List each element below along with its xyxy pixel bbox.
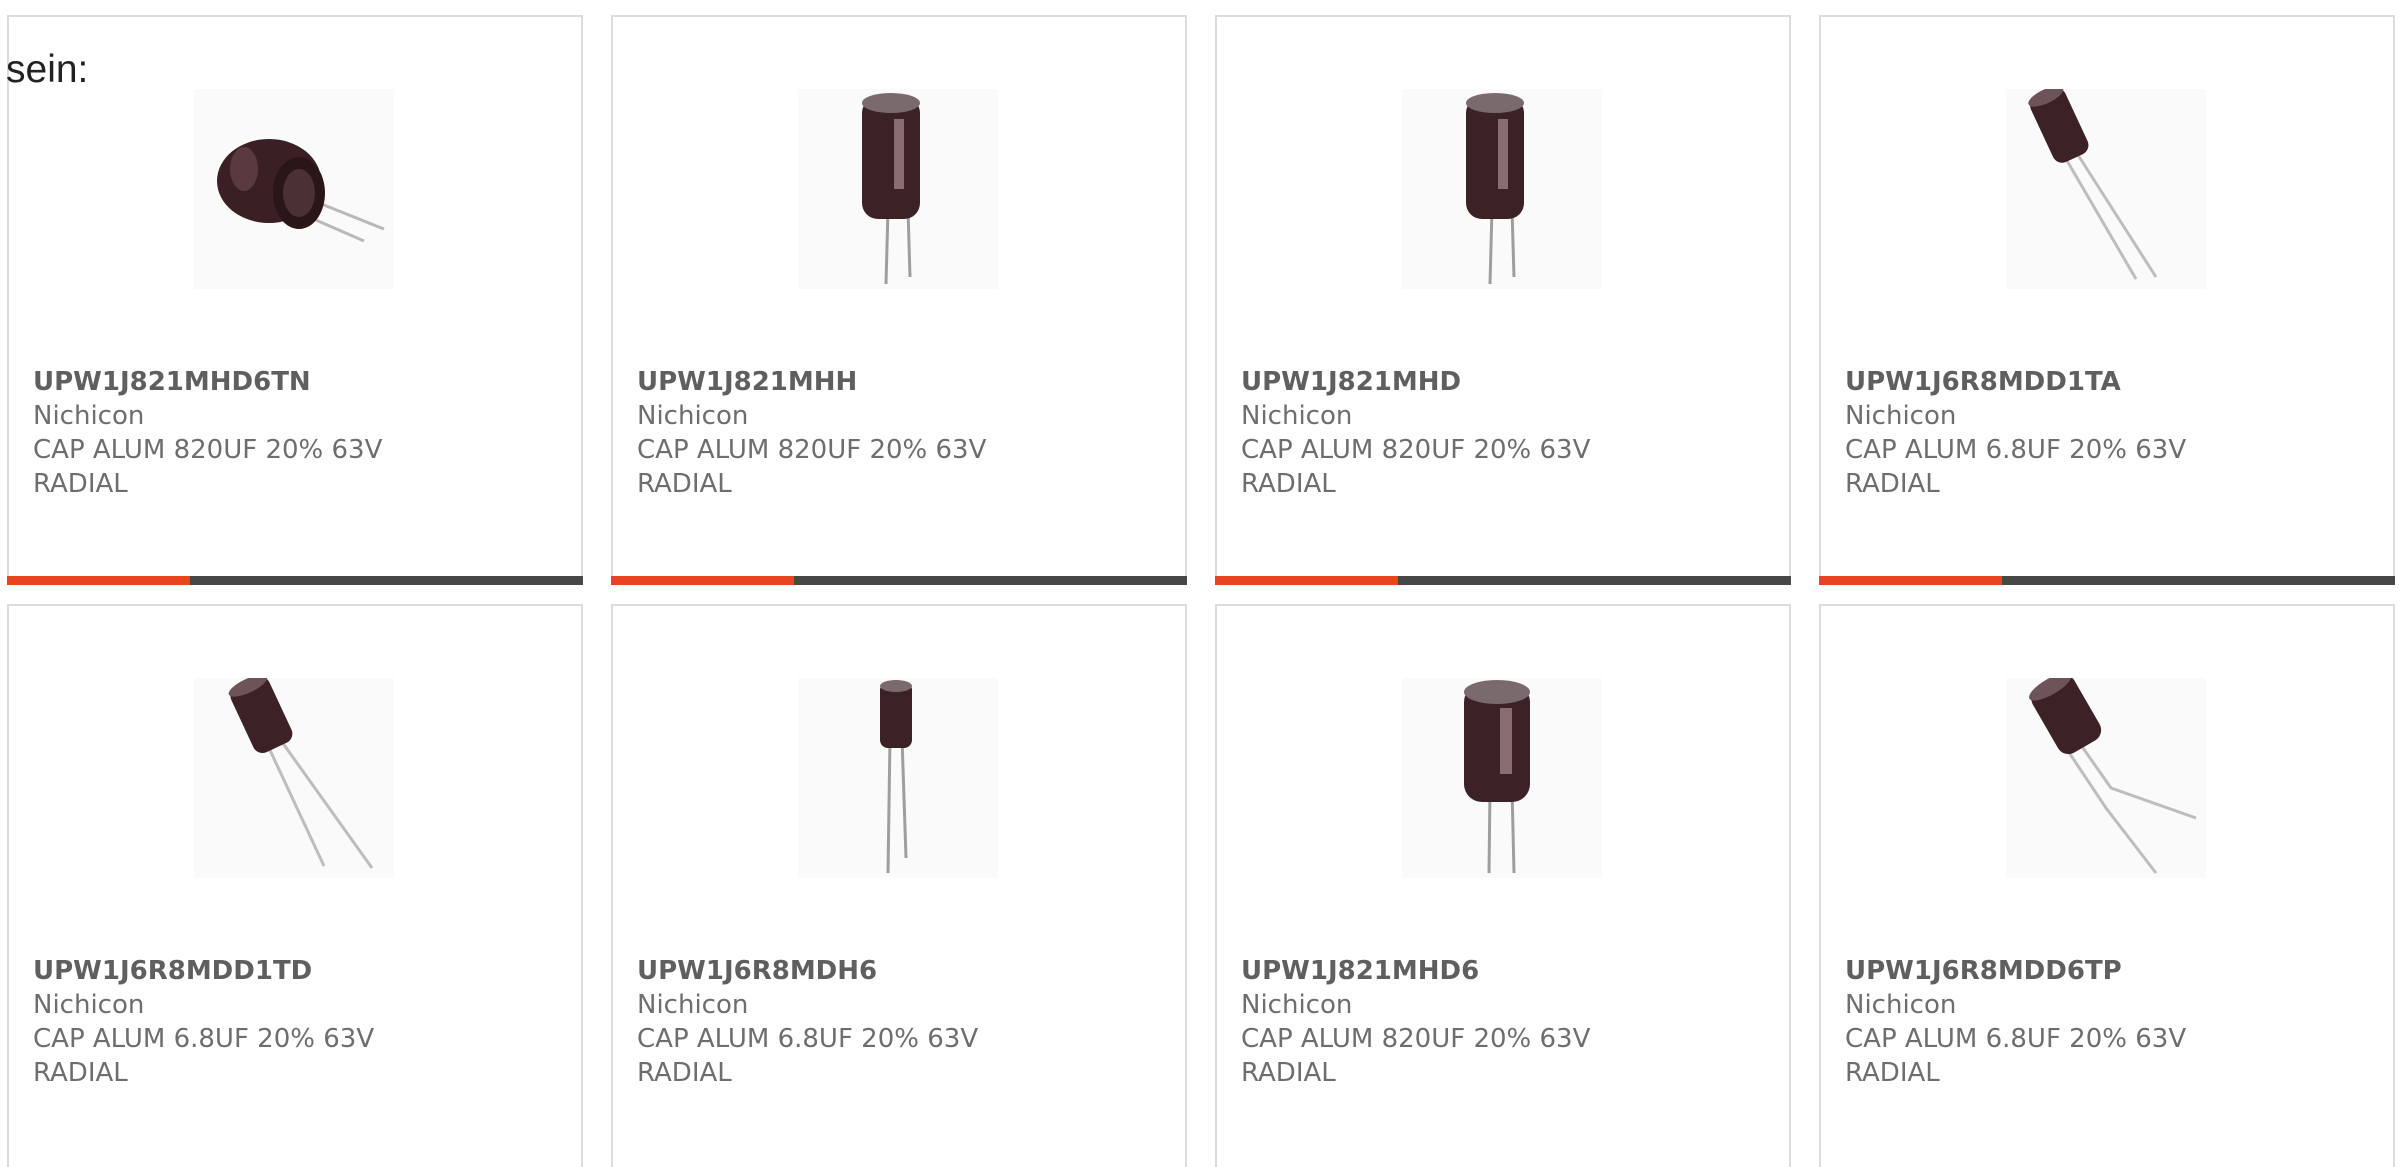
product-card[interactable]: UPW1J821MHH Nichicon CAP ALUM 820UF 20% … bbox=[611, 15, 1187, 585]
product-card[interactable]: UPW1J821MHD6TN Nichicon CAP ALUM 820UF 2… bbox=[7, 15, 583, 585]
description: CAP ALUM 6.8UF 20% 63V bbox=[637, 1024, 979, 1054]
package: RADIAL bbox=[1241, 1058, 1336, 1088]
package: RADIAL bbox=[637, 469, 732, 499]
product-info: UPW1J6R8MDD1TD Nichicon CAP ALUM 6.8UF 2… bbox=[33, 954, 557, 1090]
product-card[interactable]: UPW1J6R8MDH6 Nichicon CAP ALUM 6.8UF 20%… bbox=[611, 604, 1187, 1167]
capacitor-small-angled-image[interactable] bbox=[194, 678, 394, 878]
part-number-link[interactable]: UPW1J821MHD6TN bbox=[33, 365, 557, 399]
card-footer-bar bbox=[611, 576, 1187, 585]
package: RADIAL bbox=[33, 1058, 128, 1088]
product-card[interactable]: UPW1J821MHD6 Nichicon CAP ALUM 820UF 20%… bbox=[1215, 604, 1791, 1167]
part-number-link[interactable]: UPW1J821MHD bbox=[1241, 365, 1765, 399]
accent-bar bbox=[611, 576, 794, 585]
part-number-link[interactable]: UPW1J6R8MDD1TA bbox=[1845, 365, 2369, 399]
capacitor-tilted-image[interactable] bbox=[194, 89, 394, 289]
capacitor-upright-image[interactable] bbox=[1402, 89, 1602, 289]
capacitor-small-upright-image[interactable] bbox=[798, 678, 998, 878]
package: RADIAL bbox=[1241, 469, 1336, 499]
card-footer-bar bbox=[1819, 576, 2395, 585]
part-number-link[interactable]: UPW1J6R8MDH6 bbox=[637, 954, 1161, 988]
product-info: UPW1J821MHH Nichicon CAP ALUM 820UF 20% … bbox=[637, 365, 1161, 501]
manufacturer: Nichicon bbox=[637, 990, 749, 1020]
manufacturer: Nichicon bbox=[637, 401, 749, 431]
product-grid-page: sein: UPW1J821MHD6TN Nichicon CAP ALUM 8… bbox=[0, 0, 2400, 1167]
description: CAP ALUM 6.8UF 20% 63V bbox=[33, 1024, 375, 1054]
product-card[interactable]: UPW1J6R8MDD1TA Nichicon CAP ALUM 6.8UF 2… bbox=[1819, 15, 2395, 585]
capacitor-upright-image[interactable] bbox=[1402, 678, 1602, 878]
product-info: UPW1J821MHD6 Nichicon CAP ALUM 820UF 20%… bbox=[1241, 954, 1765, 1090]
description: CAP ALUM 6.8UF 20% 63V bbox=[1845, 1024, 2187, 1054]
product-card[interactable]: UPW1J6R8MDD1TD Nichicon CAP ALUM 6.8UF 2… bbox=[7, 604, 583, 1167]
part-number-link[interactable]: UPW1J821MHD6 bbox=[1241, 954, 1765, 988]
package: RADIAL bbox=[1845, 1058, 1940, 1088]
manufacturer: Nichicon bbox=[33, 401, 145, 431]
product-info: UPW1J6R8MDD6TP Nichicon CAP ALUM 6.8UF 2… bbox=[1845, 954, 2369, 1090]
manufacturer: Nichicon bbox=[1845, 401, 1957, 431]
package: RADIAL bbox=[33, 469, 128, 499]
description: CAP ALUM 820UF 20% 63V bbox=[1241, 435, 1591, 465]
product-card[interactable]: UPW1J821MHD Nichicon CAP ALUM 820UF 20% … bbox=[1215, 15, 1791, 585]
manufacturer: Nichicon bbox=[33, 990, 145, 1020]
part-number-link[interactable]: UPW1J821MHH bbox=[637, 365, 1161, 399]
accent-bar bbox=[1819, 576, 2002, 585]
capacitor-small-angled-image[interactable] bbox=[2006, 89, 2206, 289]
capacitor-upright-image[interactable] bbox=[798, 89, 998, 289]
product-info: UPW1J821MHD6TN Nichicon CAP ALUM 820UF 2… bbox=[33, 365, 557, 501]
accent-bar bbox=[1215, 576, 1398, 585]
product-info: UPW1J6R8MDH6 Nichicon CAP ALUM 6.8UF 20%… bbox=[637, 954, 1161, 1090]
capacitor-bent-leads-image[interactable] bbox=[2006, 678, 2206, 878]
part-number-link[interactable]: UPW1J6R8MDD1TD bbox=[33, 954, 557, 988]
card-footer-bar bbox=[7, 576, 583, 585]
part-number-link[interactable]: UPW1J6R8MDD6TP bbox=[1845, 954, 2369, 988]
manufacturer: Nichicon bbox=[1241, 990, 1353, 1020]
product-card[interactable]: UPW1J6R8MDD6TP Nichicon CAP ALUM 6.8UF 2… bbox=[1819, 604, 2395, 1167]
intro-text: sein: bbox=[6, 48, 89, 91]
card-footer-bar bbox=[1215, 576, 1791, 585]
package: RADIAL bbox=[1845, 469, 1940, 499]
manufacturer: Nichicon bbox=[1241, 401, 1353, 431]
product-info: UPW1J6R8MDD1TA Nichicon CAP ALUM 6.8UF 2… bbox=[1845, 365, 2369, 501]
description: CAP ALUM 6.8UF 20% 63V bbox=[1845, 435, 2187, 465]
description: CAP ALUM 820UF 20% 63V bbox=[33, 435, 383, 465]
product-info: UPW1J821MHD Nichicon CAP ALUM 820UF 20% … bbox=[1241, 365, 1765, 501]
manufacturer: Nichicon bbox=[1845, 990, 1957, 1020]
description: CAP ALUM 820UF 20% 63V bbox=[637, 435, 987, 465]
accent-bar bbox=[7, 576, 190, 585]
package: RADIAL bbox=[637, 1058, 732, 1088]
description: CAP ALUM 820UF 20% 63V bbox=[1241, 1024, 1591, 1054]
